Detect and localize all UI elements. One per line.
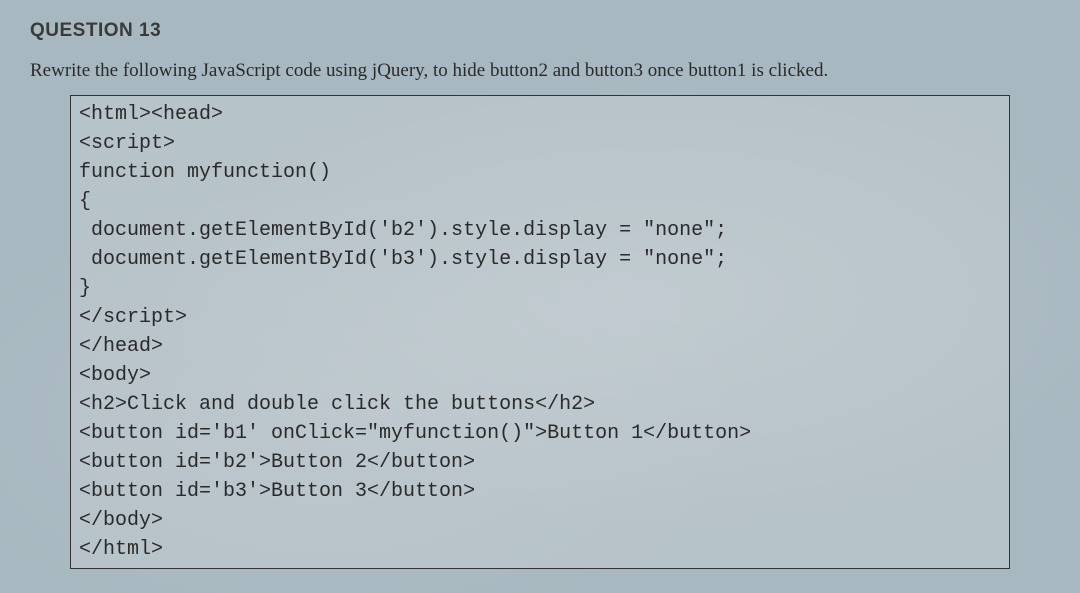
question-prompt: Rewrite the following JavaScript code us… (30, 58, 1050, 85)
code-line: } (79, 274, 1001, 303)
code-line: </head> (79, 332, 1001, 361)
code-line: </html> (79, 535, 1001, 564)
code-line: <body> (79, 361, 1001, 390)
code-line: { (79, 187, 1001, 216)
code-block: <html><head> <script> function myfunctio… (70, 95, 1010, 569)
code-line: document.getElementById('b3').style.disp… (79, 245, 1001, 274)
code-line: <button id='b1' onClick="myfunction()">B… (79, 419, 1001, 448)
question-number: QUESTION 13 (30, 20, 1050, 42)
code-line: <button id='b3'>Button 3</button> (79, 477, 1001, 506)
code-line: <html><head> (79, 100, 1001, 129)
code-line: <h2>Click and double click the buttons</… (79, 390, 1001, 419)
code-line: document.getElementById('b2').style.disp… (79, 216, 1001, 245)
code-line: </body> (79, 506, 1001, 535)
code-line: <button id='b2'>Button 2</button> (79, 448, 1001, 477)
code-line: </script> (79, 303, 1001, 332)
code-line: function myfunction() (79, 158, 1001, 187)
code-line: <script> (79, 129, 1001, 158)
